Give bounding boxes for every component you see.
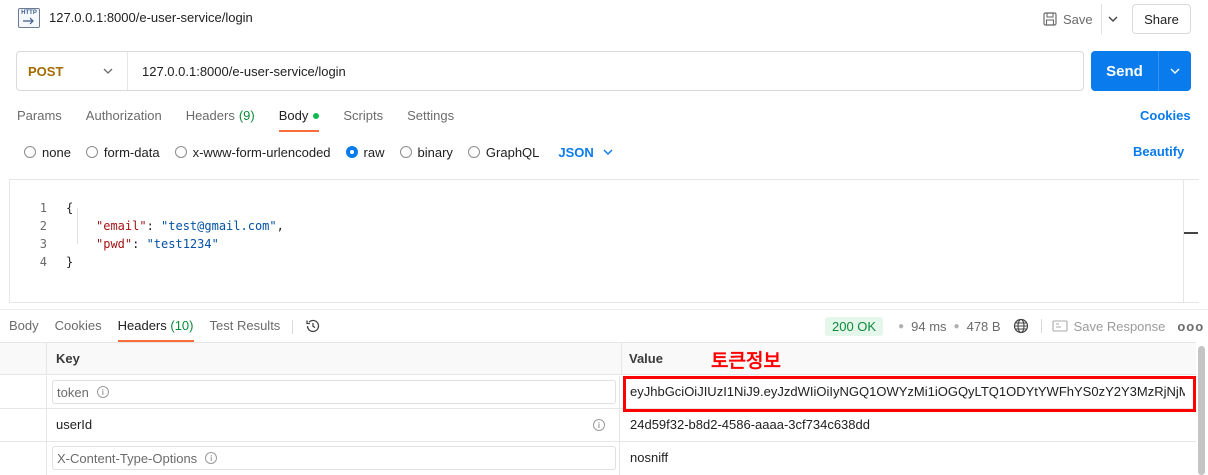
response-time[interactable]: 94 ms [911, 319, 946, 334]
value-cell: nosniff [621, 442, 1196, 475]
radio-circle [467, 146, 480, 158]
save-options-button[interactable] [1100, 4, 1125, 34]
save-response-icon [1052, 320, 1068, 332]
globe-icon[interactable] [1013, 318, 1029, 334]
chevron-down-icon [103, 68, 113, 74]
table-row: userId i 24d59f32-b8d2-4586-aaaa-3cf734c… [0, 409, 1196, 442]
key-cell: userId i [46, 409, 620, 442]
code-line: 3 "pwd": "test1234" [39, 237, 219, 251]
tab-body[interactable]: Body [278, 104, 320, 132]
editor-scroll-marker [1184, 232, 1198, 234]
url-bar: POST 127.0.0.1:8000/e-user-service/login [16, 51, 1084, 91]
top-bar: HTTP 127.0.0.1:8000/e-user-service/login… [0, 0, 1208, 40]
radio-circle-checked [345, 146, 358, 158]
body-type-options: none form-data x-www-form-urlencoded raw… [24, 143, 613, 161]
tab-settings[interactable]: Settings [407, 104, 454, 132]
response-meta: 200 OK ● 94 ms ● 478 B Save Response ooo [825, 316, 1204, 336]
tab-authorization[interactable]: Authorization [86, 104, 162, 132]
tab-scripts[interactable]: Scripts [343, 104, 383, 132]
radio-binary[interactable]: binary [399, 145, 453, 160]
resp-tab-body[interactable]: Body [9, 318, 39, 342]
code-line: 2 "email": "test@gmail.com", [39, 219, 284, 233]
status-badge[interactable]: 200 OK [825, 316, 884, 336]
chevron-down-icon [1170, 68, 1180, 74]
save-label: Save [1063, 11, 1093, 27]
resp-tab-cookies[interactable]: Cookies [55, 318, 102, 342]
radio-circle [24, 146, 36, 158]
response-size[interactable]: 478 B [967, 319, 1001, 334]
chevron-down-icon [1108, 16, 1118, 22]
table-row: X-Content-Type-Options i nosniff [0, 442, 1196, 475]
url-input[interactable]: 127.0.0.1:8000/e-user-service/login [128, 64, 346, 79]
body-editor[interactable]: 1{ 2 "email": "test@gmail.com", 3 "pwd": "… [9, 179, 1199, 303]
save-group: Save [1041, 4, 1125, 34]
key-field[interactable]: token i [52, 380, 616, 404]
table-scrollbar[interactable] [1198, 346, 1205, 475]
userid-value[interactable]: 24d59f32-b8d2-4586-aaaa-3cf734c638dd [630, 417, 1185, 432]
key-text[interactable]: userId [56, 417, 92, 432]
chevron-down-icon [603, 149, 613, 155]
more-options-icon[interactable]: ooo [1177, 319, 1204, 334]
info-icon[interactable]: i [96, 386, 109, 398]
column-header-key: Key [46, 343, 621, 375]
resp-tab-headers[interactable]: Headers (10) [117, 318, 194, 342]
resp-tab-test-results[interactable]: Test Results [210, 318, 281, 342]
tab-headers[interactable]: Headers (9) [186, 104, 255, 132]
request-tabs: Params Authorization Headers (9) Body Scr… [17, 104, 478, 132]
save-response-button[interactable]: Save Response [1052, 319, 1165, 334]
info-icon[interactable]: i [593, 419, 605, 431]
save-button[interactable]: Save [1041, 4, 1101, 34]
radio-form-data[interactable]: form-data [85, 145, 160, 160]
radio-raw[interactable]: raw [345, 145, 385, 160]
info-icon[interactable]: i [205, 452, 218, 464]
radio-urlencoded[interactable]: x-www-form-urlencoded [174, 145, 331, 160]
save-icon [1043, 12, 1057, 26]
code-line: 1{ [39, 201, 74, 215]
divider [0, 309, 1208, 310]
send-options-button[interactable] [1158, 51, 1191, 91]
beautify-button[interactable]: Beautify [1133, 144, 1184, 159]
send-button[interactable]: Send [1091, 51, 1158, 91]
response-tabs: Body Cookies Headers (10) Test Results [9, 318, 321, 342]
send-group: Send [1091, 51, 1191, 91]
key-cell: X-Content-Type-Options i [46, 442, 620, 475]
tab-params[interactable]: Params [17, 104, 62, 132]
method-select[interactable]: POST [17, 52, 128, 90]
cookies-link[interactable]: Cookies [1140, 108, 1191, 123]
share-button[interactable]: Share [1132, 4, 1191, 34]
body-indicator-dot [313, 113, 320, 119]
request-title: 127.0.0.1:8000/e-user-service/login [49, 10, 253, 25]
format-select[interactable]: JSON [558, 145, 613, 160]
separator [292, 320, 294, 334]
radio-graphql[interactable]: GraphQL [467, 145, 539, 160]
code-line: 4} [39, 255, 74, 269]
radio-circle [85, 146, 98, 158]
radio-circle [174, 146, 187, 158]
content-type-options-value[interactable]: nosniff [630, 450, 1185, 465]
key-cell: token i [46, 376, 620, 409]
separator [1040, 319, 1042, 333]
token-highlight-box [623, 376, 1196, 412]
radio-circle [399, 146, 412, 158]
key-field[interactable]: X-Content-Type-Options i [52, 446, 616, 470]
annotation-label: 토큰정보 [711, 351, 781, 372]
table-header-spacer [0, 343, 46, 375]
column-header-value: Value [621, 343, 1196, 375]
indent-guide [77, 208, 78, 244]
method-label: POST [28, 63, 64, 79]
editor-scrollbar[interactable] [1183, 179, 1199, 303]
headers-count: (9) [238, 108, 255, 123]
radio-none[interactable]: none [24, 145, 71, 160]
history-icon[interactable] [305, 318, 321, 334]
value-cell: 24d59f32-b8d2-4586-aaaa-3cf734c638dd [621, 409, 1196, 442]
http-request-icon: HTTP [18, 8, 40, 28]
